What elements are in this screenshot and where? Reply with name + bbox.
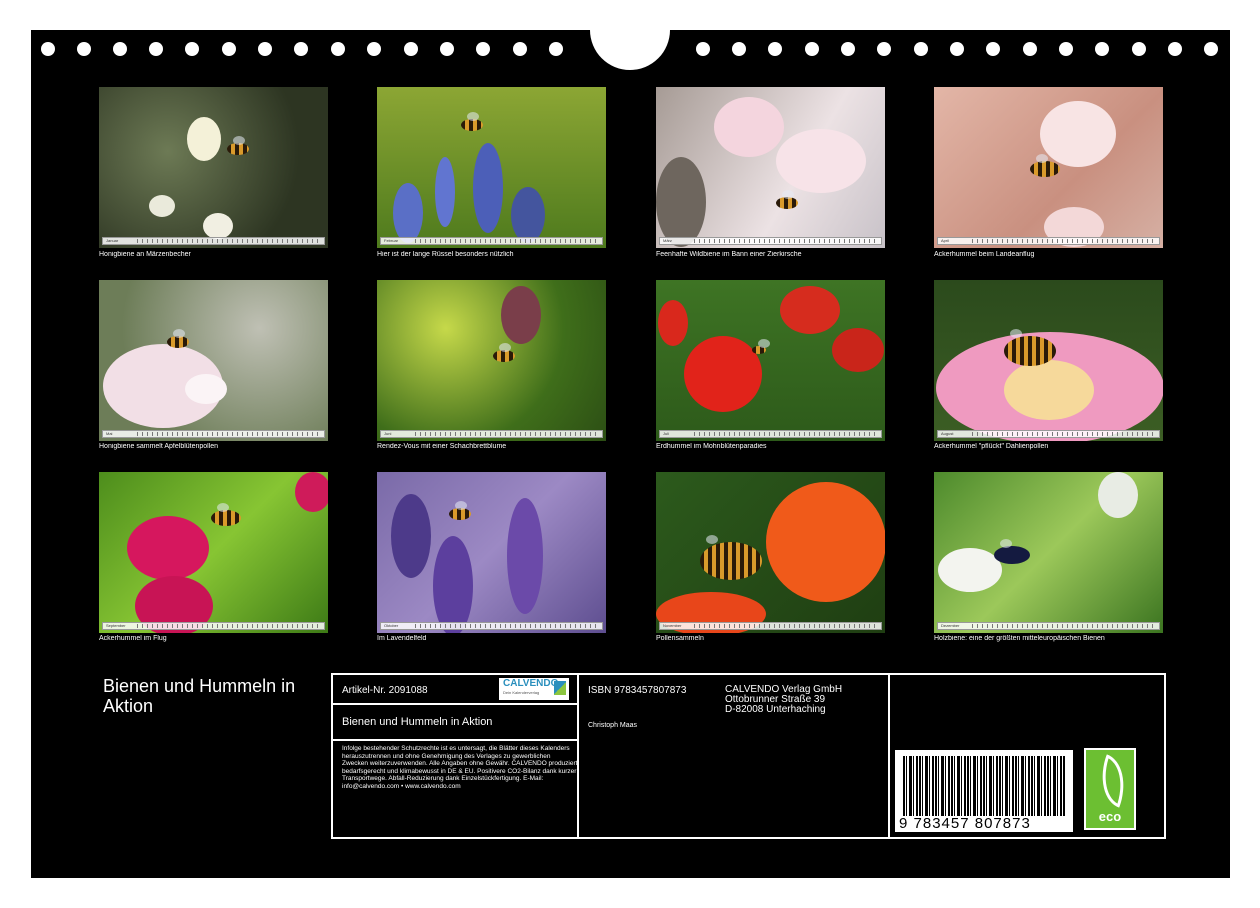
month-photo-1: Januar (99, 87, 328, 248)
photo-caption: Holzbiene: eine der größten mitteleuropä… (934, 635, 1105, 642)
author: Christoph Maas (588, 722, 638, 729)
month-photo-5: Mai (99, 280, 328, 441)
month-photo-11: November (656, 472, 885, 633)
photo-caption: Pollensammeln (656, 635, 704, 642)
calendar-strip: November (659, 622, 882, 630)
isbn: ISBN 9783457807873 (588, 685, 687, 696)
photo-caption: Ackerhummel beim Landeanflug (934, 251, 1035, 258)
calendar-strip: Oktober (380, 622, 603, 630)
calendar-strip: Mai (102, 430, 325, 438)
photo-caption: Feenhafte Wildbiene im Bann einer Zierki… (656, 251, 802, 258)
photo-caption: Im Lavendelfeld (377, 635, 427, 642)
article-number: Artikel-Nr. 2091088 (342, 685, 428, 696)
calendar-strip: Juli (659, 430, 882, 438)
calvendo-logo: CALVENDO Dein Kalenderverlag (499, 678, 569, 700)
month-photo-3: März (656, 87, 885, 248)
month-photo-4: April (934, 87, 1163, 248)
month-photo-7: Juli (656, 280, 885, 441)
leaf-icon (1091, 754, 1135, 808)
imprint-box-left: Artikel-Nr. 2091088 CALVENDO Dein Kalend… (331, 673, 579, 839)
publisher-address: CALVENDO Verlag GmbH Ottobrunner Straße … (725, 685, 842, 715)
calendar-strip: Juni (380, 430, 603, 438)
imprint-box-middle: ISBN 9783457807873 Christoph Maas CALVEN… (577, 673, 890, 839)
month-photo-8: August (934, 280, 1163, 441)
photo-caption: Ackerhummel im Flug (99, 635, 167, 642)
isbn-barcode: 9 783457 807873 (895, 750, 1073, 832)
calendar-strip: August (937, 430, 1160, 438)
calendar-back-sheet: Januar Honigbiene an Märzenbecher Februa… (31, 30, 1230, 878)
photo-caption: Hier ist der lange Rüssel besonders nütz… (377, 251, 514, 258)
month-photo-2: Februar (377, 87, 606, 248)
hanger-cutout (590, 30, 670, 70)
calendar-strip: Januar (102, 237, 325, 245)
photo-caption: Honigbiene an Märzenbecher (99, 251, 191, 258)
photo-caption: Honigbiene sammelt Apfelblütenpollen (99, 443, 219, 450)
calendar-title: Bienen und Hummeln in Aktion (103, 676, 296, 716)
barcode-number: 9 783457 807873 (899, 816, 1073, 832)
calendar-strip: April (937, 237, 1160, 245)
calendar-strip: September (102, 622, 325, 630)
eco-badge: eco (1084, 748, 1136, 830)
month-photo-12: Dezember (934, 472, 1163, 633)
calendar-strip: März (659, 237, 882, 245)
month-photo-6: Juni (377, 280, 606, 441)
month-photo-9: September (99, 472, 328, 633)
imprint-title: Bienen und Hummeln in Aktion (342, 716, 493, 728)
photo-caption: Erdhummel im Mohnblütenparadies (656, 443, 767, 450)
legal-notice: Infolge bestehender Schutzrechte ist es … (342, 745, 578, 790)
photo-caption: Ackerhummel "pflückt" Dahlienpollen (934, 443, 1049, 450)
publisher-city: D-82008 Unterhaching (725, 704, 826, 715)
month-photo-10: Oktober (377, 472, 606, 633)
calendar-strip: Dezember (937, 622, 1160, 630)
calendar-strip: Februar (380, 237, 603, 245)
imprint-box-right: 9 783457 807873 eco (888, 673, 1166, 839)
photo-caption: Rendez-Vous mit einer Schachbrettblume (377, 443, 507, 450)
